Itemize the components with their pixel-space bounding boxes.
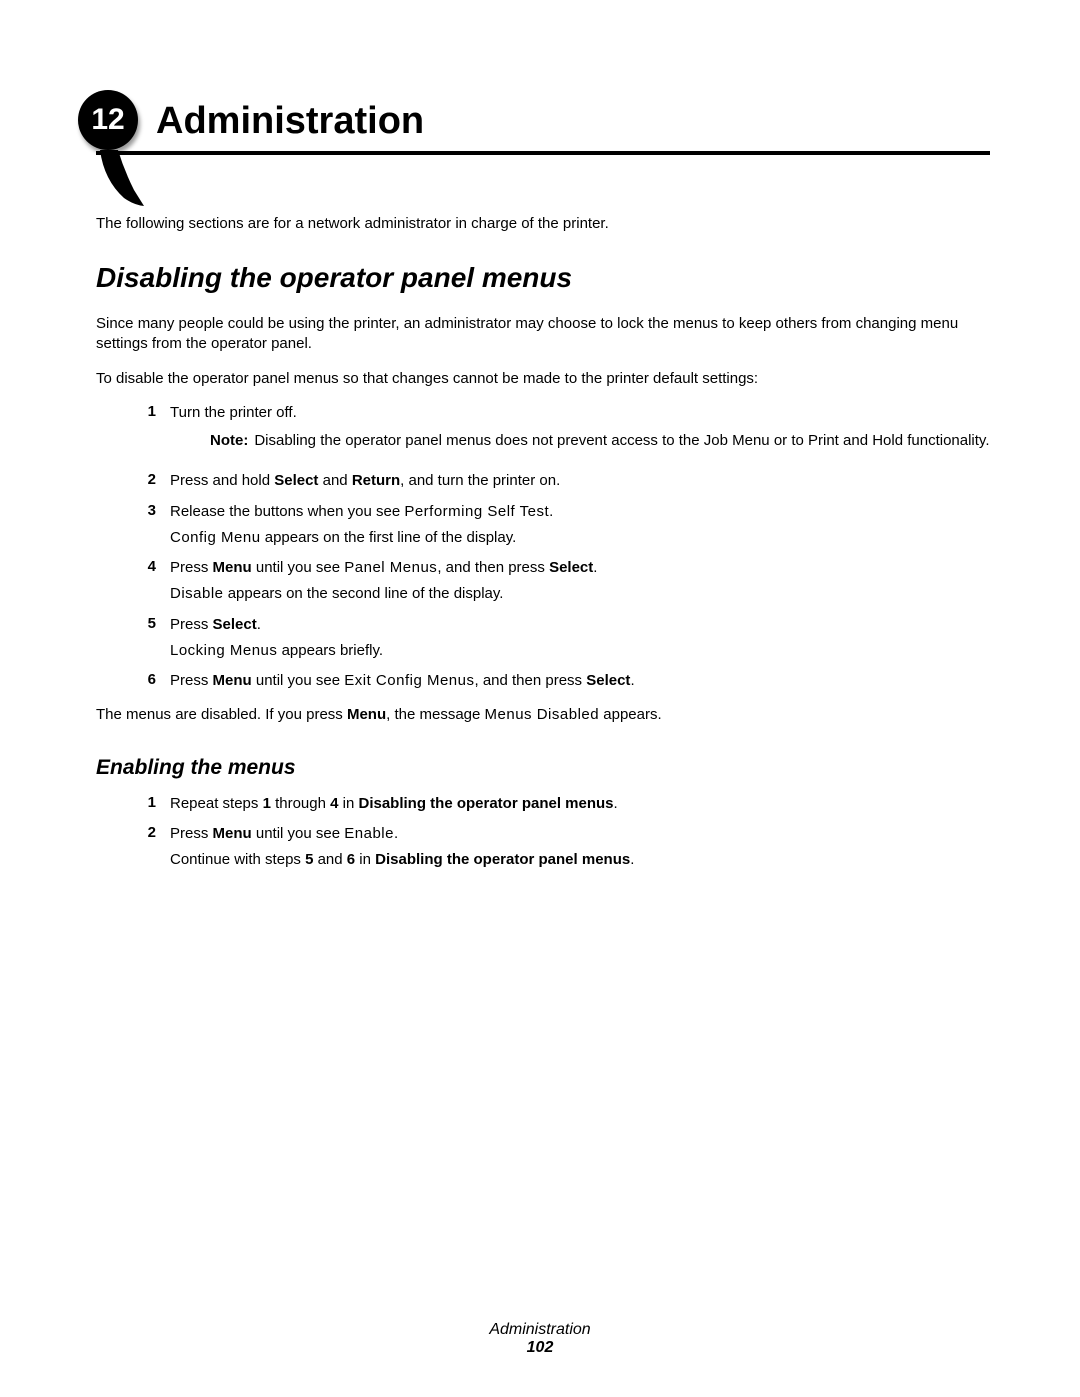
header-rule xyxy=(96,151,990,155)
step-number: 5 xyxy=(96,615,170,632)
list-item: 1 Turn the printer off. Note: Disabling … xyxy=(96,403,990,462)
page-footer: Administration 102 xyxy=(0,1321,1080,1357)
chapter-header: 12 Administration xyxy=(96,90,990,155)
document-page: 12 Administration The following sections… xyxy=(0,0,1080,1397)
step-text: Turn the printer off. xyxy=(170,404,297,421)
note: Note: Disabling the operator panel menus… xyxy=(170,431,990,451)
footer-page-number: 102 xyxy=(0,1339,1080,1357)
step-subtext: Config Menu appears on the first line of… xyxy=(170,528,990,548)
ordered-list-disable: 1 Turn the printer off. Note: Disabling … xyxy=(96,403,990,692)
body-paragraph: Since many people could be using the pri… xyxy=(96,314,990,355)
chapter-number: 12 xyxy=(91,103,124,137)
closing-paragraph: The menus are disabled. If you press Men… xyxy=(96,705,990,725)
step-number: 3 xyxy=(96,502,170,519)
step-body: Release the buttons when you see Perform… xyxy=(170,502,990,549)
step-number: 1 xyxy=(96,403,170,420)
list-item: 6 Press Menu until you see Exit Config M… xyxy=(96,671,990,691)
ordered-list-enable: 1 Repeat steps 1 through 4 in Disabling … xyxy=(96,794,990,871)
list-item: 1 Repeat steps 1 through 4 in Disabling … xyxy=(96,794,990,814)
chapter-number-badge: 12 xyxy=(78,90,138,150)
step-number: 4 xyxy=(96,558,170,575)
step-body: Press and hold Select and Return, and tu… xyxy=(170,471,990,491)
step-body: Repeat steps 1 through 4 in Disabling th… xyxy=(170,794,990,814)
section-heading-enabling: Enabling the menus xyxy=(96,756,990,780)
step-number: 6 xyxy=(96,671,170,688)
step-body: Press Menu until you see Exit Config Men… xyxy=(170,671,990,691)
step-subtext: Continue with steps 5 and 6 in Disabling… xyxy=(170,850,990,870)
step-body: Press Menu until you see Enable. Continu… xyxy=(170,824,990,871)
intro-paragraph: The following sections are for a network… xyxy=(96,215,990,232)
list-item: 2 Press and hold Select and Return, and … xyxy=(96,471,990,491)
note-text: Disabling the operator panel menus does … xyxy=(254,431,989,451)
step-body: Press Select. Locking Menus appears brie… xyxy=(170,615,990,662)
chapter-title: Administration xyxy=(156,90,990,143)
list-item: 5 Press Select. Locking Menus appears br… xyxy=(96,615,990,662)
step-body: Turn the printer off. Note: Disabling th… xyxy=(170,403,990,462)
step-body: Press Menu until you see Panel Menus, an… xyxy=(170,558,990,605)
step-subtext: Disable appears on the second line of th… xyxy=(170,584,990,604)
footer-title: Administration xyxy=(0,1321,1080,1339)
step-number: 2 xyxy=(96,471,170,488)
note-label: Note: xyxy=(210,431,254,451)
step-number: 2 xyxy=(96,824,170,841)
section-heading-disabling: Disabling the operator panel menus xyxy=(96,262,990,294)
body-paragraph: To disable the operator panel menus so t… xyxy=(96,369,990,389)
step-subtext: Locking Menus appears briefly. xyxy=(170,641,990,661)
list-item: 4 Press Menu until you see Panel Menus, … xyxy=(96,558,990,605)
step-number: 1 xyxy=(96,794,170,811)
list-item: 3 Release the buttons when you see Perfo… xyxy=(96,502,990,549)
list-item: 2 Press Menu until you see Enable. Conti… xyxy=(96,824,990,871)
